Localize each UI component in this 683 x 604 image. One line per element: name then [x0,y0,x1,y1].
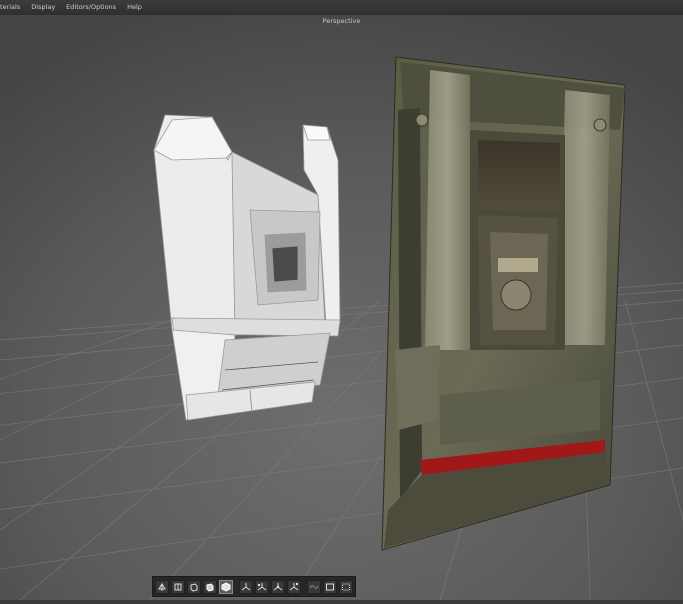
perspective-viewport[interactable] [0,15,683,601]
menu-bar: terials Display Editors/Options Help [0,0,683,16]
wave-icon[interactable] [307,579,321,594]
viewport-title: Perspective [322,17,361,25]
textured-panel [381,56,626,551]
cube-side-icon[interactable] [187,579,201,594]
move-axis-icon[interactable] [271,579,285,594]
menu-materials[interactable]: terials [0,0,26,15]
scale-axis-icon[interactable] [287,579,301,594]
frame-icon[interactable] [323,579,337,594]
viewport-toolbar [152,576,356,597]
menu-help[interactable]: Help [122,0,148,15]
menu-editors-options[interactable]: Editors/Options [61,0,122,15]
toolbar-separator [302,580,306,594]
white-mesh-model [153,114,341,421]
menu-display[interactable]: Display [26,0,61,15]
cube-front-icon[interactable] [171,579,185,594]
viewport-scene [0,15,683,601]
axis-icon[interactable] [239,579,253,594]
cube-shaded-icon[interactable] [203,579,217,594]
toolbar-separator [234,580,238,594]
dotted-frame-icon[interactable] [339,579,353,594]
cube-solid-icon[interactable] [219,579,233,594]
rotate-axis-icon[interactable] [255,579,269,594]
cube-corner-icon[interactable] [155,579,169,594]
